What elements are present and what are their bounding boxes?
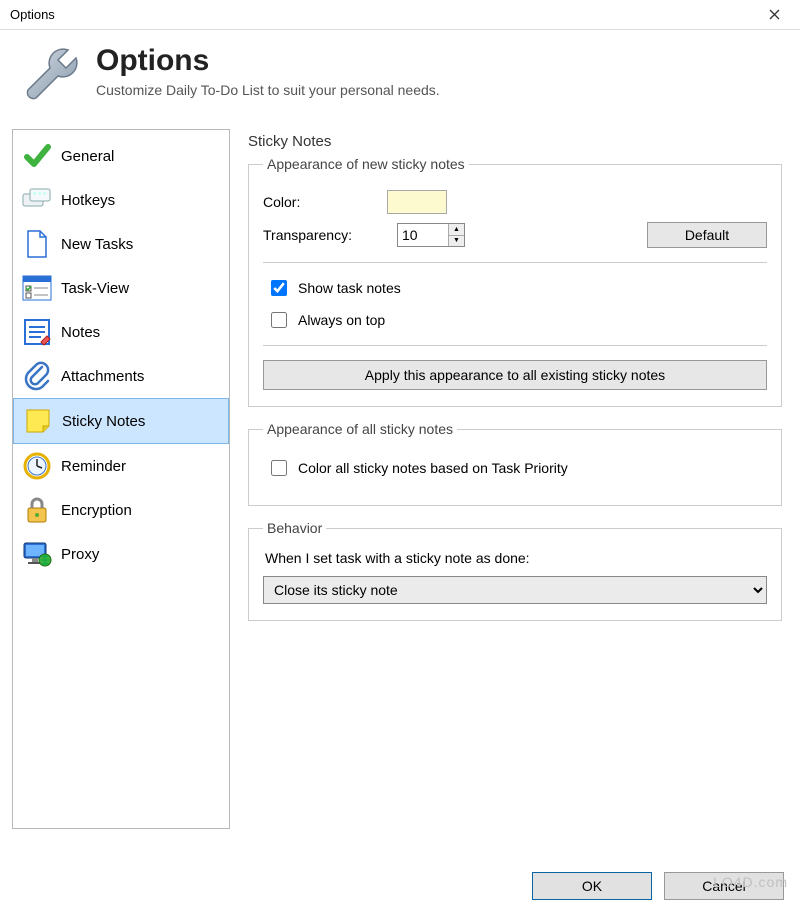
group-legend: Behavior (263, 520, 326, 536)
default-button[interactable]: Default (647, 222, 767, 248)
show-task-notes-checkbox[interactable]: Show task notes (267, 277, 767, 299)
settings-panel: Sticky Notes Appearance of new sticky no… (242, 129, 788, 829)
lock-icon (21, 494, 53, 526)
separator (263, 345, 767, 346)
page-title: Options (96, 44, 440, 78)
wrench-icon (20, 44, 84, 111)
checkbox-label: Color all sticky notes based on Task Pri… (298, 460, 568, 476)
sidebar-item-label: Reminder (61, 458, 126, 475)
group-all-sticky-appearance: Appearance of all sticky notes Color all… (248, 421, 782, 506)
transparency-input[interactable] (398, 224, 448, 246)
keyboard-icon (21, 184, 53, 216)
behavior-prompt: When I set task with a sticky note as do… (265, 550, 767, 566)
sidebar-item-label: Encryption (61, 502, 132, 519)
task-view-icon (21, 272, 53, 304)
close-button[interactable] (756, 4, 792, 26)
sidebar-item-task-view[interactable]: Task-View (13, 266, 229, 310)
behavior-select[interactable]: Close its sticky note (263, 576, 767, 604)
close-icon (769, 9, 780, 20)
sidebar-item-label: Proxy (61, 546, 99, 563)
category-list: General Hotkeys New Tasks Task-View Note… (12, 129, 230, 829)
group-behavior: Behavior When I set task with a sticky n… (248, 520, 782, 621)
spinner-down-icon[interactable]: ▼ (449, 236, 464, 247)
sidebar-item-label: Task-View (61, 280, 129, 297)
separator (263, 262, 767, 263)
checkbox-input[interactable] (271, 460, 287, 476)
sidebar-item-label: Sticky Notes (62, 413, 145, 430)
sidebar-item-label: Attachments (61, 368, 144, 385)
check-icon (21, 140, 53, 172)
group-legend: Appearance of new sticky notes (263, 156, 469, 172)
group-legend: Appearance of all sticky notes (263, 421, 457, 437)
sidebar-item-new-tasks[interactable]: New Tasks (13, 222, 229, 266)
title-bar: Options (0, 0, 800, 30)
checkbox-label: Always on top (298, 312, 385, 328)
notes-icon (21, 316, 53, 348)
transparency-spinner[interactable]: ▲ ▼ (397, 223, 465, 247)
sidebar-item-reminder[interactable]: Reminder (13, 444, 229, 488)
paperclip-icon (21, 360, 53, 392)
sidebar-item-encryption[interactable]: Encryption (13, 488, 229, 532)
always-on-top-checkbox[interactable]: Always on top (267, 309, 767, 331)
apply-all-button[interactable]: Apply this appearance to all existing st… (263, 360, 767, 390)
cancel-button[interactable]: Cancel (664, 872, 784, 900)
sidebar-item-label: New Tasks (61, 236, 133, 253)
transparency-label: Transparency: (263, 227, 383, 243)
ok-button[interactable]: OK (532, 872, 652, 900)
color-picker[interactable] (387, 190, 447, 214)
spinner-up-icon[interactable]: ▲ (449, 224, 464, 236)
sidebar-item-notes[interactable]: Notes (13, 310, 229, 354)
sidebar-item-label: Hotkeys (61, 192, 115, 209)
color-label: Color: (263, 194, 373, 210)
window-title: Options (10, 7, 55, 22)
sticky-note-icon (22, 405, 54, 437)
sidebar-item-label: General (61, 148, 114, 165)
color-by-priority-checkbox[interactable]: Color all sticky notes based on Task Pri… (267, 457, 767, 479)
panel-title: Sticky Notes (248, 133, 788, 150)
group-new-sticky-appearance: Appearance of new sticky notes Color: Tr… (248, 156, 782, 407)
sidebar-item-label: Notes (61, 324, 100, 341)
sidebar-item-attachments[interactable]: Attachments (13, 354, 229, 398)
checkbox-input[interactable] (271, 312, 287, 328)
header: Options Customize Daily To-Do List to su… (0, 30, 800, 129)
sidebar-item-general[interactable]: General (13, 134, 229, 178)
checkbox-input[interactable] (271, 280, 287, 296)
clock-icon (21, 450, 53, 482)
monitor-icon (21, 538, 53, 570)
checkbox-label: Show task notes (298, 280, 401, 296)
page-subtitle: Customize Daily To-Do List to suit your … (96, 82, 440, 98)
dialog-footer: OK Cancel (532, 872, 784, 900)
document-icon (21, 228, 53, 260)
sidebar-item-proxy[interactable]: Proxy (13, 532, 229, 576)
sidebar-item-hotkeys[interactable]: Hotkeys (13, 178, 229, 222)
sidebar-item-sticky-notes[interactable]: Sticky Notes (13, 398, 229, 444)
